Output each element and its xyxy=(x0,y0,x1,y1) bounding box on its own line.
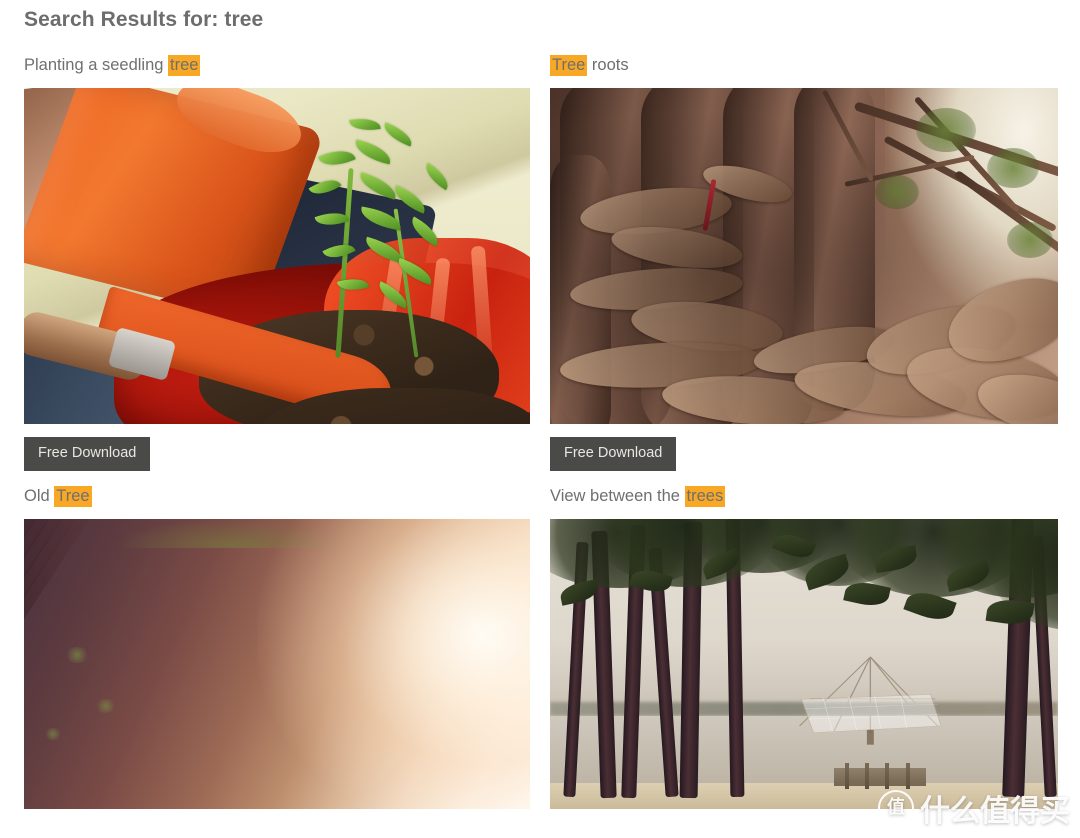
fishing-net-shape xyxy=(784,652,957,751)
result-card[interactable]: Planting a seedling tree Free Download xyxy=(24,55,530,486)
result-title-before: Old xyxy=(24,487,55,505)
result-thumbnail[interactable] xyxy=(24,88,530,424)
result-card[interactable]: Tree roots Free Download xyxy=(550,55,1058,486)
result-title-before: View between the xyxy=(550,487,685,505)
result-title-highlight: Tree xyxy=(54,486,92,507)
free-download-button[interactable]: Free Download xyxy=(24,437,151,471)
result-title: Planting a seedling tree xyxy=(24,55,530,88)
planting-seedling-artwork xyxy=(24,88,530,424)
result-title-after: roots xyxy=(587,56,629,74)
result-thumbnail[interactable] xyxy=(550,88,1058,424)
old-tree-bark-artwork xyxy=(24,519,530,809)
result-card[interactable]: View between the trees xyxy=(550,486,1058,809)
result-title-highlight: trees xyxy=(684,486,726,507)
free-download-button[interactable]: Free Download xyxy=(550,437,677,471)
result-card[interactable]: Old Tree xyxy=(24,486,530,809)
result-thumbnail[interactable] xyxy=(24,519,530,809)
results-grid: Planting a seedling tree Free Download T… xyxy=(24,55,1058,809)
download-row: Free Download xyxy=(550,424,1058,486)
result-title: Tree roots xyxy=(550,55,1058,88)
tree-roots-artwork xyxy=(550,88,1058,424)
result-title-before: Planting a seedling xyxy=(24,56,169,74)
view-between-trees-artwork xyxy=(550,519,1058,809)
page-title: Search Results for: tree xyxy=(24,8,264,31)
download-row: Free Download xyxy=(24,424,530,486)
search-results-page: Search Results for: tree Planting a seed… xyxy=(0,0,1080,838)
result-title-highlight: Tree xyxy=(550,55,588,76)
result-title: View between the trees xyxy=(550,486,1058,519)
result-title: Old Tree xyxy=(24,486,530,519)
result-thumbnail[interactable] xyxy=(550,519,1058,809)
result-title-highlight: tree xyxy=(168,55,201,76)
